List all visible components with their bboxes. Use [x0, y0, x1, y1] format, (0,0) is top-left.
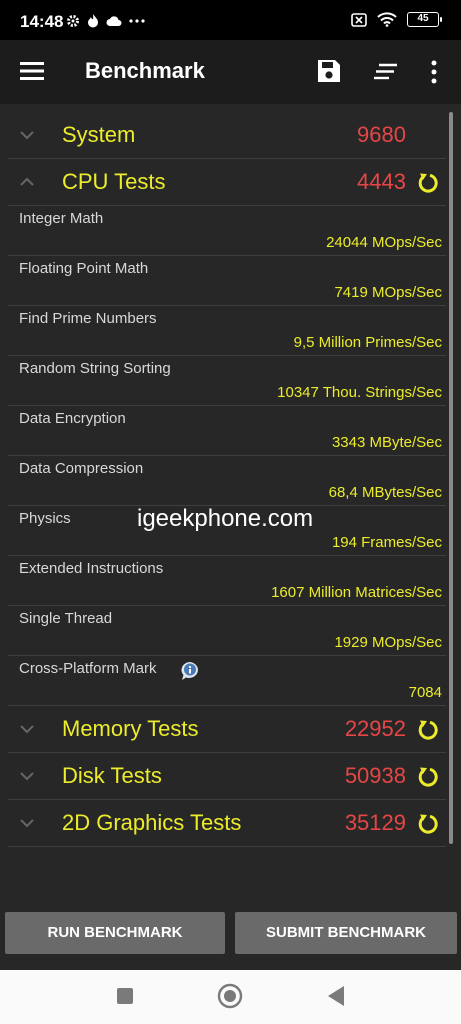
test-row: Data Compression 68,4 MBytes/Sec: [8, 456, 446, 506]
home-icon[interactable]: [217, 983, 243, 1009]
test-name: Physics: [19, 510, 71, 527]
more-icon[interactable]: [424, 58, 444, 86]
recents-icon[interactable]: [116, 987, 134, 1005]
group-name: Memory Tests: [62, 716, 199, 741]
cloud-icon: [106, 15, 122, 26]
status-right-icons: 45: [351, 12, 442, 27]
status-time: 14:48: [20, 12, 64, 31]
test-name: Data Compression: [19, 460, 144, 477]
test-row: Single Thread 1929 MOps/Sec: [8, 606, 446, 656]
group-score: 4443: [357, 169, 406, 194]
group-name: System: [62, 122, 136, 147]
sort-icon[interactable]: [373, 62, 399, 82]
test-value: 1929 MOps/Sec: [334, 634, 442, 651]
scrollbar[interactable]: [449, 112, 453, 844]
benchmark-list[interactable]: System 9680 CPU Tests 4443 Integer Math …: [0, 104, 461, 970]
test-value: 1607 Million Matrices/Sec: [271, 584, 442, 601]
wifi-icon: [377, 12, 397, 27]
test-name: Random String Sorting: [19, 360, 171, 377]
refresh-icon[interactable]: [416, 171, 440, 195]
group-score: 35129: [344, 810, 406, 835]
group-score: 50938: [344, 763, 406, 788]
chevron-down-icon[interactable]: [18, 126, 36, 144]
status-bar: 14:48 45: [0, 0, 461, 40]
group-system[interactable]: System 9680: [8, 112, 446, 159]
test-row: Data Encryption 3343 MByte/Sec: [8, 406, 446, 456]
test-value: 9,5 Million Primes/Sec: [293, 334, 442, 351]
group-score: 9680: [357, 122, 406, 147]
test-row: Cross-Platform Mark 7084: [8, 656, 446, 706]
group-2d-graphics[interactable]: 2D Graphics Tests 35129: [8, 800, 446, 847]
test-name: Integer Math: [19, 210, 104, 227]
sim-off-icon: [351, 12, 367, 27]
test-name: Extended Instructions: [19, 560, 164, 577]
test-value: 7419 MOps/Sec: [334, 284, 442, 301]
chevron-down-icon[interactable]: [18, 814, 36, 832]
watermark: igeekphone.com: [137, 505, 314, 532]
test-name: Find Prime Numbers: [19, 310, 157, 327]
fire-icon: [88, 14, 98, 28]
chevron-down-icon[interactable]: [18, 720, 36, 738]
group-name: Disk Tests: [62, 763, 162, 788]
test-value: 194 Frames/Sec: [331, 534, 442, 551]
app-bar: Benchmark: [0, 40, 461, 104]
test-name: Floating Point Math: [19, 260, 149, 277]
test-row: Find Prime Numbers 9,5 Million Primes/Se…: [8, 306, 446, 356]
chevron-down-icon[interactable]: [18, 767, 36, 785]
test-row: Extended Instructions 1607 Million Matri…: [8, 556, 446, 606]
refresh-icon[interactable]: [416, 765, 440, 789]
group-name: 2D Graphics Tests: [62, 810, 242, 835]
page-title: Benchmark: [85, 58, 205, 83]
test-value: 3343 MByte/Sec: [331, 434, 442, 451]
refresh-icon[interactable]: [416, 812, 440, 836]
info-icon[interactable]: [180, 661, 200, 681]
run-benchmark-button[interactable]: RUN BENCHMARK: [5, 912, 225, 954]
back-icon[interactable]: [326, 985, 346, 1007]
test-value: 24044 MOps/Sec: [326, 234, 442, 251]
group-score: 22952: [344, 716, 406, 741]
group-memory[interactable]: Memory Tests 22952: [8, 706, 446, 753]
test-name: Cross-Platform Mark: [19, 660, 157, 677]
test-row: Integer Math 24044 MOps/Sec: [8, 206, 446, 256]
more-notifications-icon: [129, 18, 145, 23]
test-value: 7084: [408, 684, 442, 701]
chevron-up-icon[interactable]: [18, 173, 36, 191]
battery-icon: 45: [407, 12, 442, 27]
system-nav-bar: [0, 970, 461, 1024]
status-left-icons: [66, 13, 146, 28]
test-name: Single Thread: [19, 610, 113, 627]
test-row: Floating Point Math 7419 MOps/Sec: [8, 256, 446, 306]
save-icon[interactable]: [316, 58, 342, 84]
refresh-icon[interactable]: [416, 718, 440, 742]
test-value: 68,4 MBytes/Sec: [328, 484, 442, 501]
test-value: 10347 Thou. Strings/Sec: [277, 384, 442, 401]
test-row: Random String Sorting 10347 Thou. String…: [8, 356, 446, 406]
group-cpu[interactable]: CPU Tests 4443: [8, 159, 446, 206]
group-name: CPU Tests: [62, 169, 166, 194]
submit-benchmark-button[interactable]: SUBMIT BENCHMARK: [235, 912, 457, 954]
test-name: Data Encryption: [19, 410, 126, 427]
menu-icon[interactable]: [20, 60, 46, 82]
settings-icon: [67, 14, 79, 27]
group-disk[interactable]: Disk Tests 50938: [8, 753, 446, 800]
